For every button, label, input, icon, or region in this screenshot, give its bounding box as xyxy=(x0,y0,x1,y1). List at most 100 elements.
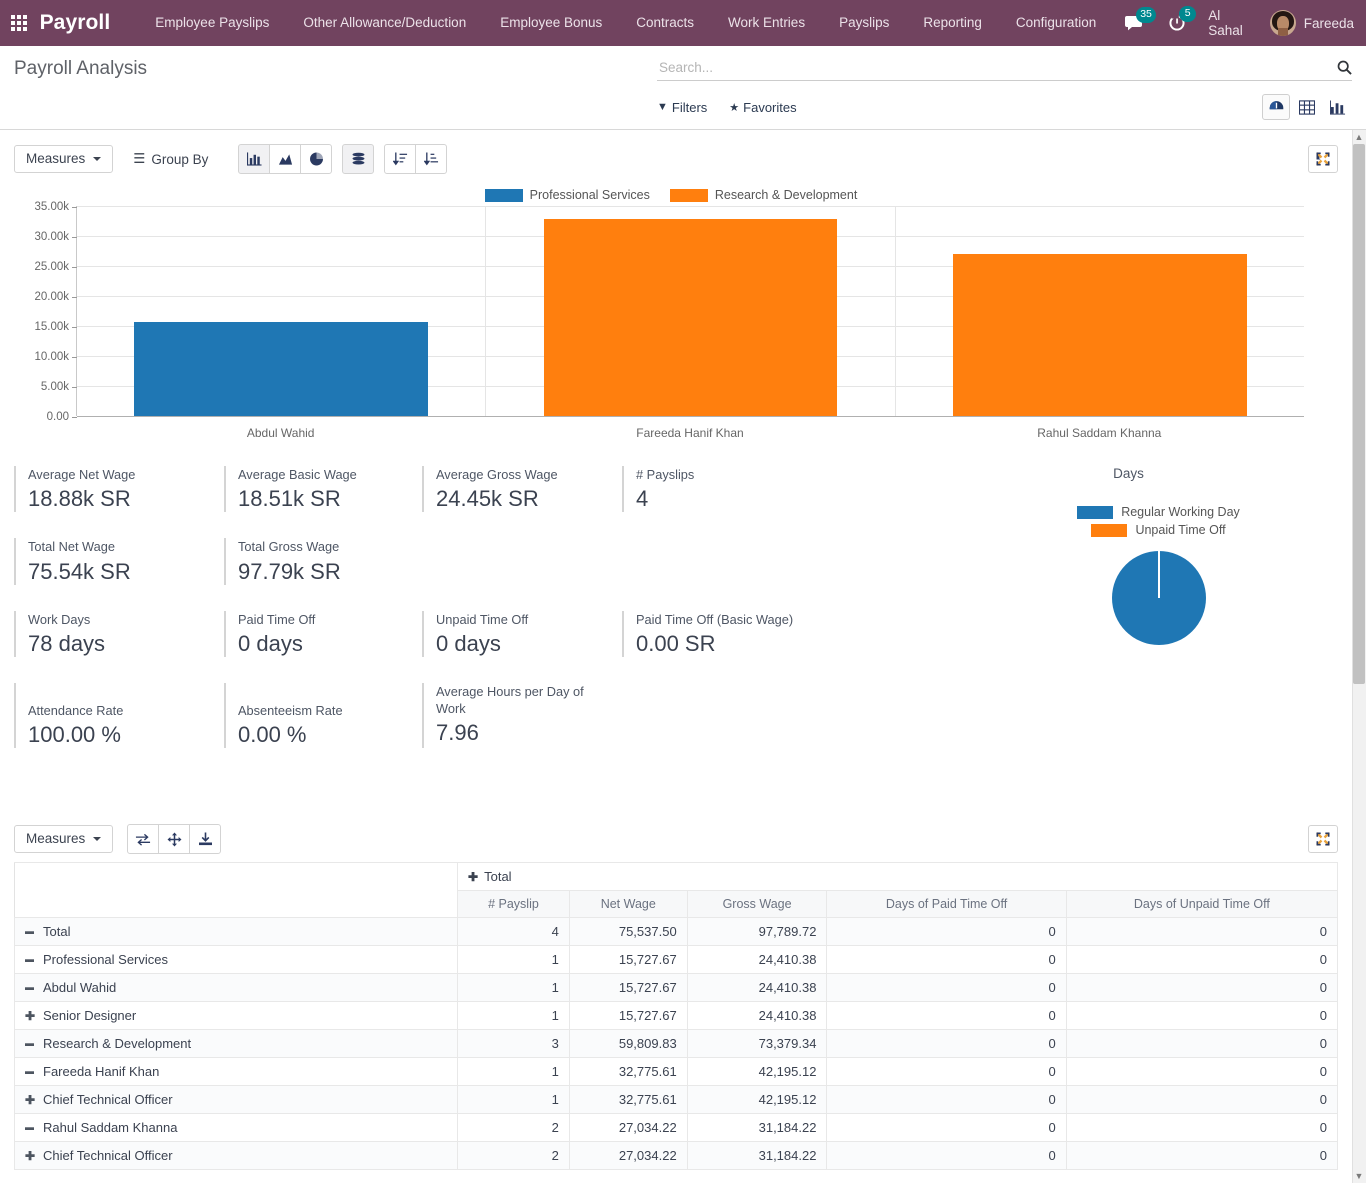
pivot-cell[interactable]: 2 xyxy=(457,1113,570,1143)
pivot-row-header[interactable]: ▬ Research & Development xyxy=(13,1029,459,1059)
sort-descending-button[interactable] xyxy=(415,144,448,174)
table-row[interactable]: ▬ Abdul Wahid 1 15,727.67 24,410.38 0 0 xyxy=(13,973,1339,1003)
user-menu[interactable]: Fareeda xyxy=(1269,10,1354,36)
collapse-icon[interactable]: ▬ xyxy=(25,1066,39,1076)
chart-type-pie-button[interactable] xyxy=(300,144,333,174)
pivot-cell[interactable]: 0 xyxy=(1065,1001,1339,1031)
menu-item-employee-bonus[interactable]: Employee Bonus xyxy=(483,0,619,46)
menu-item-work-entries[interactable]: Work Entries xyxy=(711,0,822,46)
pivot-cell[interactable]: 42,195.12 xyxy=(686,1057,828,1087)
pivot-cell[interactable]: 0 xyxy=(1065,1085,1339,1115)
pivot-cell[interactable]: 1 xyxy=(457,973,570,1003)
collapse-icon[interactable]: ▬ xyxy=(25,982,39,992)
pivot-expand-button[interactable] xyxy=(1308,825,1338,854)
pivot-cell[interactable]: 3 xyxy=(457,1029,570,1059)
pivot-expand-all-button[interactable] xyxy=(158,824,191,855)
pivot-cell[interactable]: 1 xyxy=(457,1001,570,1031)
collapse-icon[interactable]: ▬ xyxy=(25,1122,39,1132)
pivot-cell[interactable]: 32,775.61 xyxy=(568,1085,688,1115)
bar-research-development[interactable] xyxy=(543,219,838,416)
pivot-cell[interactable]: 24,410.38 xyxy=(686,973,828,1003)
pivot-flip-axis-button[interactable] xyxy=(127,824,160,855)
pivot-cell[interactable]: 27,034.22 xyxy=(568,1113,688,1143)
pivot-row-header[interactable]: ✚ Senior Designer xyxy=(13,1001,459,1031)
activities-button[interactable]: 5 xyxy=(1168,6,1197,32)
scroll-up-arrow[interactable]: ▲ xyxy=(1354,132,1364,142)
pivot-cell[interactable]: 32,775.61 xyxy=(568,1057,688,1087)
company-switcher[interactable]: Al Sahal xyxy=(1208,8,1255,38)
scroll-down-arrow[interactable]: ▼ xyxy=(1354,1171,1364,1181)
pivot-download-xlsx-button[interactable] xyxy=(189,824,222,855)
apps-menu-button[interactable] xyxy=(0,0,38,46)
pivot-column-header[interactable]: Net Wage xyxy=(568,890,688,919)
pivot-cell[interactable]: 15,727.67 xyxy=(568,945,688,975)
pivot-column-header[interactable]: # Payslip xyxy=(457,890,570,919)
page-scrollbar[interactable]: ▲ ▼ xyxy=(1352,130,1366,1183)
app-brand-payroll[interactable]: Payroll xyxy=(38,11,117,35)
pivot-cell[interactable]: 0 xyxy=(826,1141,1067,1171)
pivot-cell[interactable]: 75,537.50 xyxy=(568,917,688,947)
pivot-row-header[interactable]: ▬ Total xyxy=(13,917,459,947)
collapse-icon[interactable]: ▬ xyxy=(25,1038,39,1048)
menu-item-other-allowance-deduction[interactable]: Other Allowance/Deduction xyxy=(286,0,483,46)
bar-group-fareeda-hanif-khan[interactable] xyxy=(486,206,896,416)
chart-type-line-button[interactable] xyxy=(269,144,302,174)
pivot-row-header[interactable]: ▬ Rahul Saddam Khanna xyxy=(13,1113,459,1143)
table-row[interactable]: ▬ Fareeda Hanif Khan 1 32,775.61 42,195.12 0 0 xyxy=(13,1057,1339,1087)
table-row[interactable]: ▬ Professional Services 1 15,727.67 24,410.3… xyxy=(13,945,1339,975)
pivot-cell[interactable]: 0 xyxy=(826,1001,1067,1031)
pivot-row-header[interactable]: ✚ Chief Technical Officer xyxy=(13,1085,459,1115)
pivot-cell[interactable]: 0 xyxy=(826,1029,1067,1059)
pivot-cell[interactable]: 27,034.22 xyxy=(568,1141,688,1171)
stacked-toggle-button[interactable] xyxy=(342,144,375,174)
collapse-icon[interactable]: ▬ xyxy=(25,926,39,936)
bar-group-rahul-saddam-khanna[interactable] xyxy=(896,206,1304,416)
expand-row-icon[interactable]: ✚ xyxy=(25,1009,39,1023)
messages-button[interactable]: 35 xyxy=(1125,6,1156,32)
pivot-column-group-total[interactable]: ✚ Total xyxy=(457,862,1338,892)
table-row[interactable]: ✚ Chief Technical Officer 2 27,034.22 31,184… xyxy=(13,1141,1339,1171)
pivot-cell[interactable]: 0 xyxy=(1065,1141,1339,1171)
pivot-row-header[interactable]: ▬ Professional Services xyxy=(13,945,459,975)
collapse-icon[interactable]: ▬ xyxy=(25,954,39,964)
pivot-row-header[interactable]: ▬ Fareeda Hanif Khan xyxy=(13,1057,459,1087)
pivot-cell[interactable]: 0 xyxy=(1065,973,1339,1003)
graph-expand-button[interactable] xyxy=(1308,145,1338,173)
chart-type-bar-button[interactable] xyxy=(238,144,271,174)
favorites-button[interactable]: ★ Favorites xyxy=(729,100,796,115)
pivot-cell[interactable]: 0 xyxy=(826,1085,1067,1115)
pivot-cell[interactable]: 24,410.38 xyxy=(686,945,828,975)
table-row[interactable]: ▬ Total 4 75,537.50 97,789.72 0 0 xyxy=(13,917,1339,947)
pivot-cell[interactable]: 0 xyxy=(826,1057,1067,1087)
menu-item-configuration[interactable]: Configuration xyxy=(999,0,1113,46)
pivot-cell[interactable]: 0 xyxy=(826,945,1067,975)
pivot-cell[interactable]: 0 xyxy=(1065,945,1339,975)
search-input[interactable] xyxy=(657,58,1331,76)
legend-item-research-development[interactable]: Research & Development xyxy=(669,188,857,202)
pivot-cell[interactable]: 31,184.22 xyxy=(686,1141,828,1171)
pivot-cell[interactable]: 0 xyxy=(1065,1113,1339,1143)
graph-measures-button[interactable]: Measures xyxy=(14,144,114,174)
menu-item-reporting[interactable]: Reporting xyxy=(906,0,999,46)
bar-professional-services[interactable] xyxy=(134,321,429,416)
bar-research-development[interactable] xyxy=(952,253,1247,416)
pivot-cell[interactable]: 0 xyxy=(1065,1057,1339,1087)
pivot-column-header[interactable]: Days of Unpaid Time Off xyxy=(1065,890,1339,919)
pivot-cell[interactable]: 0 xyxy=(1065,917,1339,947)
pivot-cell[interactable]: 0 xyxy=(826,917,1067,947)
pivot-column-header[interactable]: Days of Paid Time Off xyxy=(826,890,1067,919)
pivot-cell[interactable]: 42,195.12 xyxy=(686,1085,828,1115)
table-row[interactable]: ✚ Chief Technical Officer 1 32,775.61 42,195… xyxy=(13,1085,1339,1115)
menu-item-contracts[interactable]: Contracts xyxy=(619,0,711,46)
pivot-cell[interactable]: 4 xyxy=(457,917,570,947)
pivot-cell[interactable]: 1 xyxy=(457,1085,570,1115)
table-row[interactable]: ▬ Research & Development 3 59,809.83 73,379.… xyxy=(13,1029,1339,1059)
search-icon[interactable] xyxy=(1331,60,1352,75)
pivot-row-header[interactable]: ▬ Abdul Wahid xyxy=(13,973,459,1003)
pivot-cell[interactable]: 73,379.34 xyxy=(686,1029,828,1059)
sort-ascending-button[interactable] xyxy=(384,144,417,174)
filters-button[interactable]: ▼ Filters xyxy=(657,100,707,115)
search-bar[interactable] xyxy=(657,54,1352,81)
days-pie-chart[interactable] xyxy=(1111,551,1206,645)
pivot-cell[interactable]: 1 xyxy=(457,1057,570,1087)
